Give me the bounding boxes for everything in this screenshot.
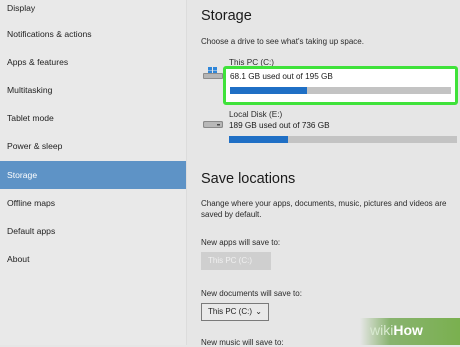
wikihow-logo: wikiHow (370, 322, 456, 340)
sidebar-item-apps-features[interactable]: Apps & features (0, 48, 186, 76)
storage-subtitle: Choose a drive to see what's taking up s… (201, 37, 364, 46)
storage-title: Storage (201, 8, 252, 24)
storage-panel: Storage Choose a drive to see what's tak… (187, 0, 460, 347)
new-documents-select-value: This PC (C:) (208, 307, 252, 316)
sidebar-item-multitasking[interactable]: Multitasking (0, 76, 186, 104)
drive-e-name[interactable]: Local Disk (E:) (229, 110, 282, 119)
new-apps-select-value: This PC (C:) (208, 256, 252, 265)
disk-drive-icon (203, 121, 223, 128)
save-locations-title: Save locations (201, 171, 296, 187)
new-apps-select[interactable]: This PC (C:) (201, 252, 271, 270)
sidebar-item-display[interactable]: Display (0, 0, 186, 22)
sidebar-item-about[interactable]: About (0, 245, 186, 273)
drive-e-usage: 189 GB used out of 736 GB (229, 121, 330, 130)
sidebar-item-power-sleep[interactable]: Power & sleep (0, 132, 186, 160)
save-locations-description: Change where your apps, documents, music… (201, 199, 447, 219)
chevron-down-icon: ⌄ (255, 307, 262, 316)
drive-c-usage-bar (230, 87, 451, 94)
sidebar-item-default-apps[interactable]: Default apps (0, 217, 186, 245)
new-apps-label: New apps will save to: (201, 238, 281, 247)
drive-c-usage-fill (230, 87, 308, 94)
sidebar-item-tablet-mode[interactable]: Tablet mode (0, 104, 186, 132)
drive-e-usage-fill (229, 136, 288, 143)
wikihow-logo-wiki: wiki (370, 322, 394, 338)
new-documents-select[interactable]: This PC (C:) ⌄ (201, 303, 269, 321)
new-music-label: New music will save to: (201, 338, 284, 347)
sidebar-item-notifications[interactable]: Notifications & actions (0, 20, 186, 48)
settings-sidebar: Display Notifications & actions Apps & f… (0, 0, 187, 345)
drive-e-usage-bar[interactable] (229, 136, 457, 143)
sidebar-item-storage[interactable]: Storage (0, 161, 186, 189)
windows-drive-icon (203, 67, 223, 79)
sidebar-item-offline-maps[interactable]: Offline maps (0, 189, 186, 217)
wikihow-logo-how: How (393, 322, 423, 338)
drive-c-usage: 68.1 GB used out of 195 GB (230, 72, 333, 81)
new-documents-label: New documents will save to: (201, 289, 302, 298)
drive-c-highlight[interactable]: 68.1 GB used out of 195 GB (223, 66, 458, 105)
